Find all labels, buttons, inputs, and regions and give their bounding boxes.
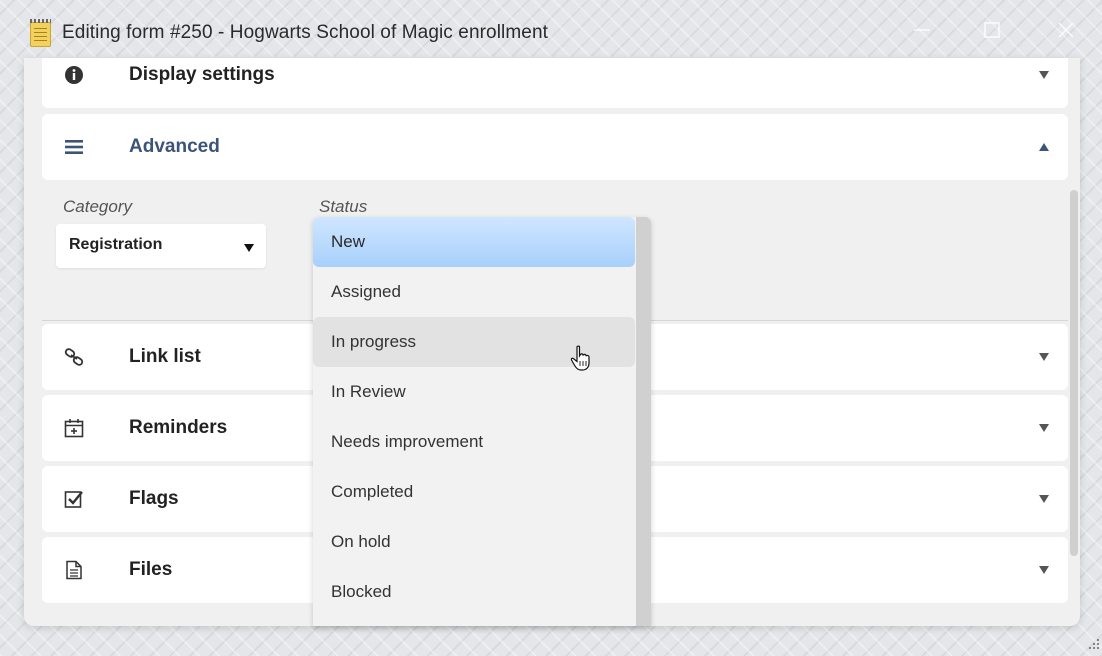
chevron-down-icon[interactable]	[1038, 70, 1050, 80]
section-label: Advanced	[129, 136, 220, 157]
status-option-completed[interactable]: Completed	[313, 467, 635, 517]
dropdown-scrollbar[interactable]	[636, 217, 651, 626]
notepad-icon	[30, 19, 51, 47]
category-label: Category	[63, 197, 132, 216]
minimize-icon	[914, 29, 930, 31]
checkbox-checked-icon	[64, 491, 83, 508]
maximize-icon	[984, 22, 1000, 38]
chevron-up-icon[interactable]	[1038, 142, 1050, 152]
status-option-needs-improvement[interactable]: Needs improvement	[313, 417, 635, 467]
status-option-on-hold[interactable]: On hold	[313, 517, 635, 567]
close-button[interactable]	[1054, 18, 1078, 42]
dropdown-scrollbar-thumb[interactable]	[636, 217, 651, 626]
status-option-blocked[interactable]: Blocked	[313, 567, 635, 617]
status-option-assigned[interactable]: Assigned	[313, 267, 635, 317]
chevron-down-icon[interactable]	[1038, 352, 1050, 362]
category-select[interactable]: Registration	[56, 224, 266, 268]
status-option-in-review[interactable]: In Review	[313, 367, 635, 417]
status-option-new[interactable]: New	[313, 217, 635, 267]
document-icon	[66, 560, 82, 580]
category-value: Registration	[69, 236, 163, 253]
section-label: Link list	[129, 346, 201, 367]
maximize-button[interactable]	[980, 18, 1004, 42]
link-icon	[64, 348, 84, 366]
window-scrollbar[interactable]	[1068, 190, 1080, 556]
close-icon	[1058, 22, 1074, 38]
info-circle-icon	[65, 66, 83, 84]
scrollbar-thumb[interactable]	[1070, 190, 1078, 556]
section-label: Display settings	[129, 64, 275, 85]
chevron-down-icon[interactable]	[1038, 565, 1050, 575]
section-label: Reminders	[129, 417, 228, 438]
window-title: Editing form #250 - Hogwarts School of M…	[62, 22, 549, 43]
section-label: Flags	[129, 488, 179, 509]
status-dropdown-list[interactable]: New Assigned In progress In Review Needs…	[313, 217, 651, 626]
section-display-settings[interactable]: Display settings	[42, 58, 1068, 108]
chevron-down-icon[interactable]	[1038, 494, 1050, 504]
dropdown-arrow-icon	[244, 244, 254, 252]
section-label: Files	[129, 559, 173, 580]
hamburger-menu-icon	[65, 140, 83, 154]
minimize-button[interactable]	[910, 18, 934, 42]
status-label: Status	[319, 197, 368, 216]
window-titlebar[interactable]: Editing form #250 - Hogwarts School of M…	[0, 0, 1102, 58]
chevron-down-icon[interactable]	[1038, 423, 1050, 433]
section-advanced[interactable]: Advanced	[42, 114, 1068, 180]
hand-pointer-icon	[570, 345, 590, 371]
resize-grip-icon[interactable]	[1086, 636, 1100, 650]
calendar-add-icon	[64, 419, 84, 438]
